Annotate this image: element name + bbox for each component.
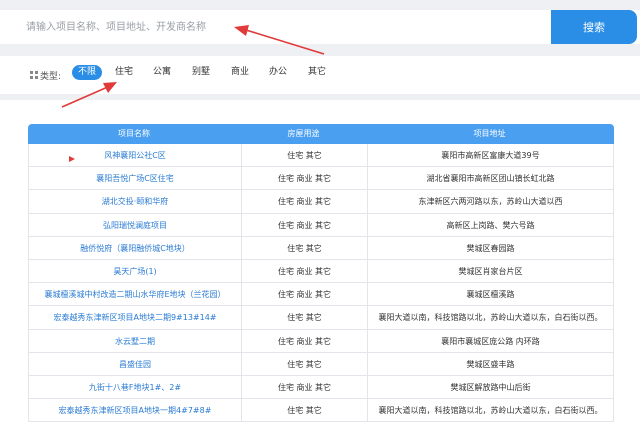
project-name-link[interactable]: 风神襄阳公社C区 — [29, 144, 241, 167]
project-address: 樊城区盛丰路 — [466, 359, 515, 369]
project-use: 住宅 商业 其它 — [241, 329, 368, 353]
column-header-address: 项目地址 — [473, 129, 506, 138]
filter-label: 类型: — [40, 72, 62, 82]
project-address: 襄阳市襄城区庞公路 内环路 — [441, 336, 540, 346]
project-use: 住宅 其它 — [241, 306, 368, 330]
project-name-link[interactable]: 襄城檀溪城中村改造二期山水华府E地块（兰花园） — [29, 283, 241, 306]
filter-option-residential[interactable]: 住宅 — [112, 65, 136, 80]
table-row: 风神襄阳公社C区 住宅 其它 襄阳市高新区富康大道39号 — [28, 144, 614, 168]
project-address: 樊城区肖家台片区 — [458, 266, 523, 276]
project-address: 樊城区春园路 — [466, 243, 515, 253]
filter-option-other[interactable]: 其它 — [305, 65, 329, 80]
search-bar: 搜索 — [0, 10, 640, 44]
table-row: 宏泰越秀东津新区项目A地块二期9#13#14# 住宅 其它 襄阳大道以南，科技馆路以… — [28, 306, 614, 330]
project-address: 襄阳市高新区富康大道39号 — [441, 151, 540, 160]
table-row: 融侨悦府（襄阳融侨城C地块） 住宅 其它 樊城区春园路 — [28, 236, 614, 260]
table-row: 襄城檀溪城中村改造二期山水华府E地块（兰花园） 住宅 商业 其它 襄城区檀溪路 — [28, 283, 614, 307]
filter-option-apartment[interactable]: 公寓 — [150, 65, 174, 80]
project-name-link[interactable]: 融侨悦府（襄阳融侨城C地块） — [29, 237, 241, 260]
type-filter: 类型: 不限 住宅 公寓 别墅 商业 办公 其它 — [0, 56, 640, 94]
project-name-link[interactable]: 水云墅二期 — [29, 330, 241, 353]
project-use: 住宅 商业 其它 — [241, 213, 368, 237]
filter-option-any[interactable]: 不限 — [72, 65, 102, 80]
filter-option-villa[interactable]: 别墅 — [189, 65, 213, 80]
project-name-link[interactable]: 昌盛佳园 — [29, 353, 241, 376]
table-row: 昌盛佳园 住宅 其它 樊城区盛丰路 — [28, 352, 614, 376]
filter-option-office[interactable]: 办公 — [266, 65, 290, 80]
project-address: 襄阳大道以南，科技馆路以北，苏岭山大道以东，白石街以西。 — [378, 406, 603, 416]
project-use: 住宅 其它 — [241, 399, 368, 423]
project-address: 湖北省襄阳市高新区团山镇长虹北路 — [426, 174, 555, 184]
project-address: 樊城区解放路中山后街 — [450, 382, 531, 392]
table-row: 弘阳瑞悦澜庭项目 住宅 商业 其它 高新区上岗路、樊六号路 — [28, 213, 614, 237]
project-use: 住宅 商业 其它 — [241, 375, 368, 400]
search-button[interactable]: 搜索 — [551, 10, 637, 44]
table-header: 项目名称 房屋用途 项目地址 — [28, 124, 614, 144]
project-address: 东津新区六两河路以东，苏岭山大道以西 — [418, 197, 563, 207]
project-name-link[interactable]: 昊天广场(1) — [29, 260, 241, 283]
table-row: 襄阳吾悦广场C区住宅 住宅 商业 其它 湖北省襄阳市高新区团山镇长虹北路 — [28, 167, 614, 191]
grid-icon — [30, 71, 38, 79]
column-header-name: 项目名称 — [118, 129, 150, 138]
project-name-link[interactable]: 弘阳瑞悦澜庭项目 — [29, 214, 241, 237]
project-use: 住宅 商业 其它 — [241, 283, 368, 307]
project-name-link[interactable]: 宏泰越秀东津新区项目A地块一期4#7#8# — [29, 399, 241, 422]
project-use: 住宅 商业 其它 — [241, 190, 368, 214]
project-table: 风神襄阳公社C区 住宅 其它 襄阳市高新区富康大道39号 襄阳吾悦广场C区住宅 住宅 商… — [28, 144, 614, 423]
table-row: 九街十八巷F地块1#、2# 住宅 商业 其它 樊城区解放路中山后街 — [28, 375, 614, 400]
project-name-link[interactable]: 湖北交投·颐和华府 — [29, 190, 241, 213]
column-header-use: 房屋用途 — [287, 129, 320, 138]
table-row: 昊天广场(1) 住宅 商业 其它 樊城区肖家台片区 — [28, 259, 614, 284]
project-use: 住宅 其它 — [241, 352, 368, 376]
project-use: 住宅 其它 — [241, 144, 368, 168]
table-row: 湖北交投·颐和华府 住宅 商业 其它 东津新区六两河路以东，苏岭山大道以西 — [28, 190, 614, 214]
search-input[interactable] — [6, 10, 550, 44]
project-use: 住宅 商业 其它 — [241, 259, 368, 284]
project-address: 襄阳大道以南，科技馆路以北，苏岭山大道以东，白石街以西。 — [378, 313, 603, 323]
project-use: 住宅 其它 — [241, 236, 368, 260]
project-name-link[interactable]: 襄阳吾悦广场C区住宅 — [29, 167, 241, 190]
project-address: 高新区上岗路、樊六号路 — [446, 220, 535, 230]
table-row: 宏泰越秀东津新区项目A地块一期4#7#8# 住宅 其它 襄阳大道以南，科技馆路以北，… — [28, 399, 614, 423]
project-name-link[interactable]: 九街十八巷F地块1#、2# — [29, 376, 241, 399]
project-name-link[interactable]: 宏泰越秀东津新区项目A地块二期9#13#14# — [29, 306, 241, 329]
project-use: 住宅 商业 其它 — [241, 167, 368, 191]
table-row: 水云墅二期 住宅 商业 其它 襄阳市襄城区庞公路 内环路 — [28, 329, 614, 353]
filter-option-commercial[interactable]: 商业 — [228, 65, 252, 80]
project-address: 襄城区檀溪路 — [466, 290, 515, 300]
